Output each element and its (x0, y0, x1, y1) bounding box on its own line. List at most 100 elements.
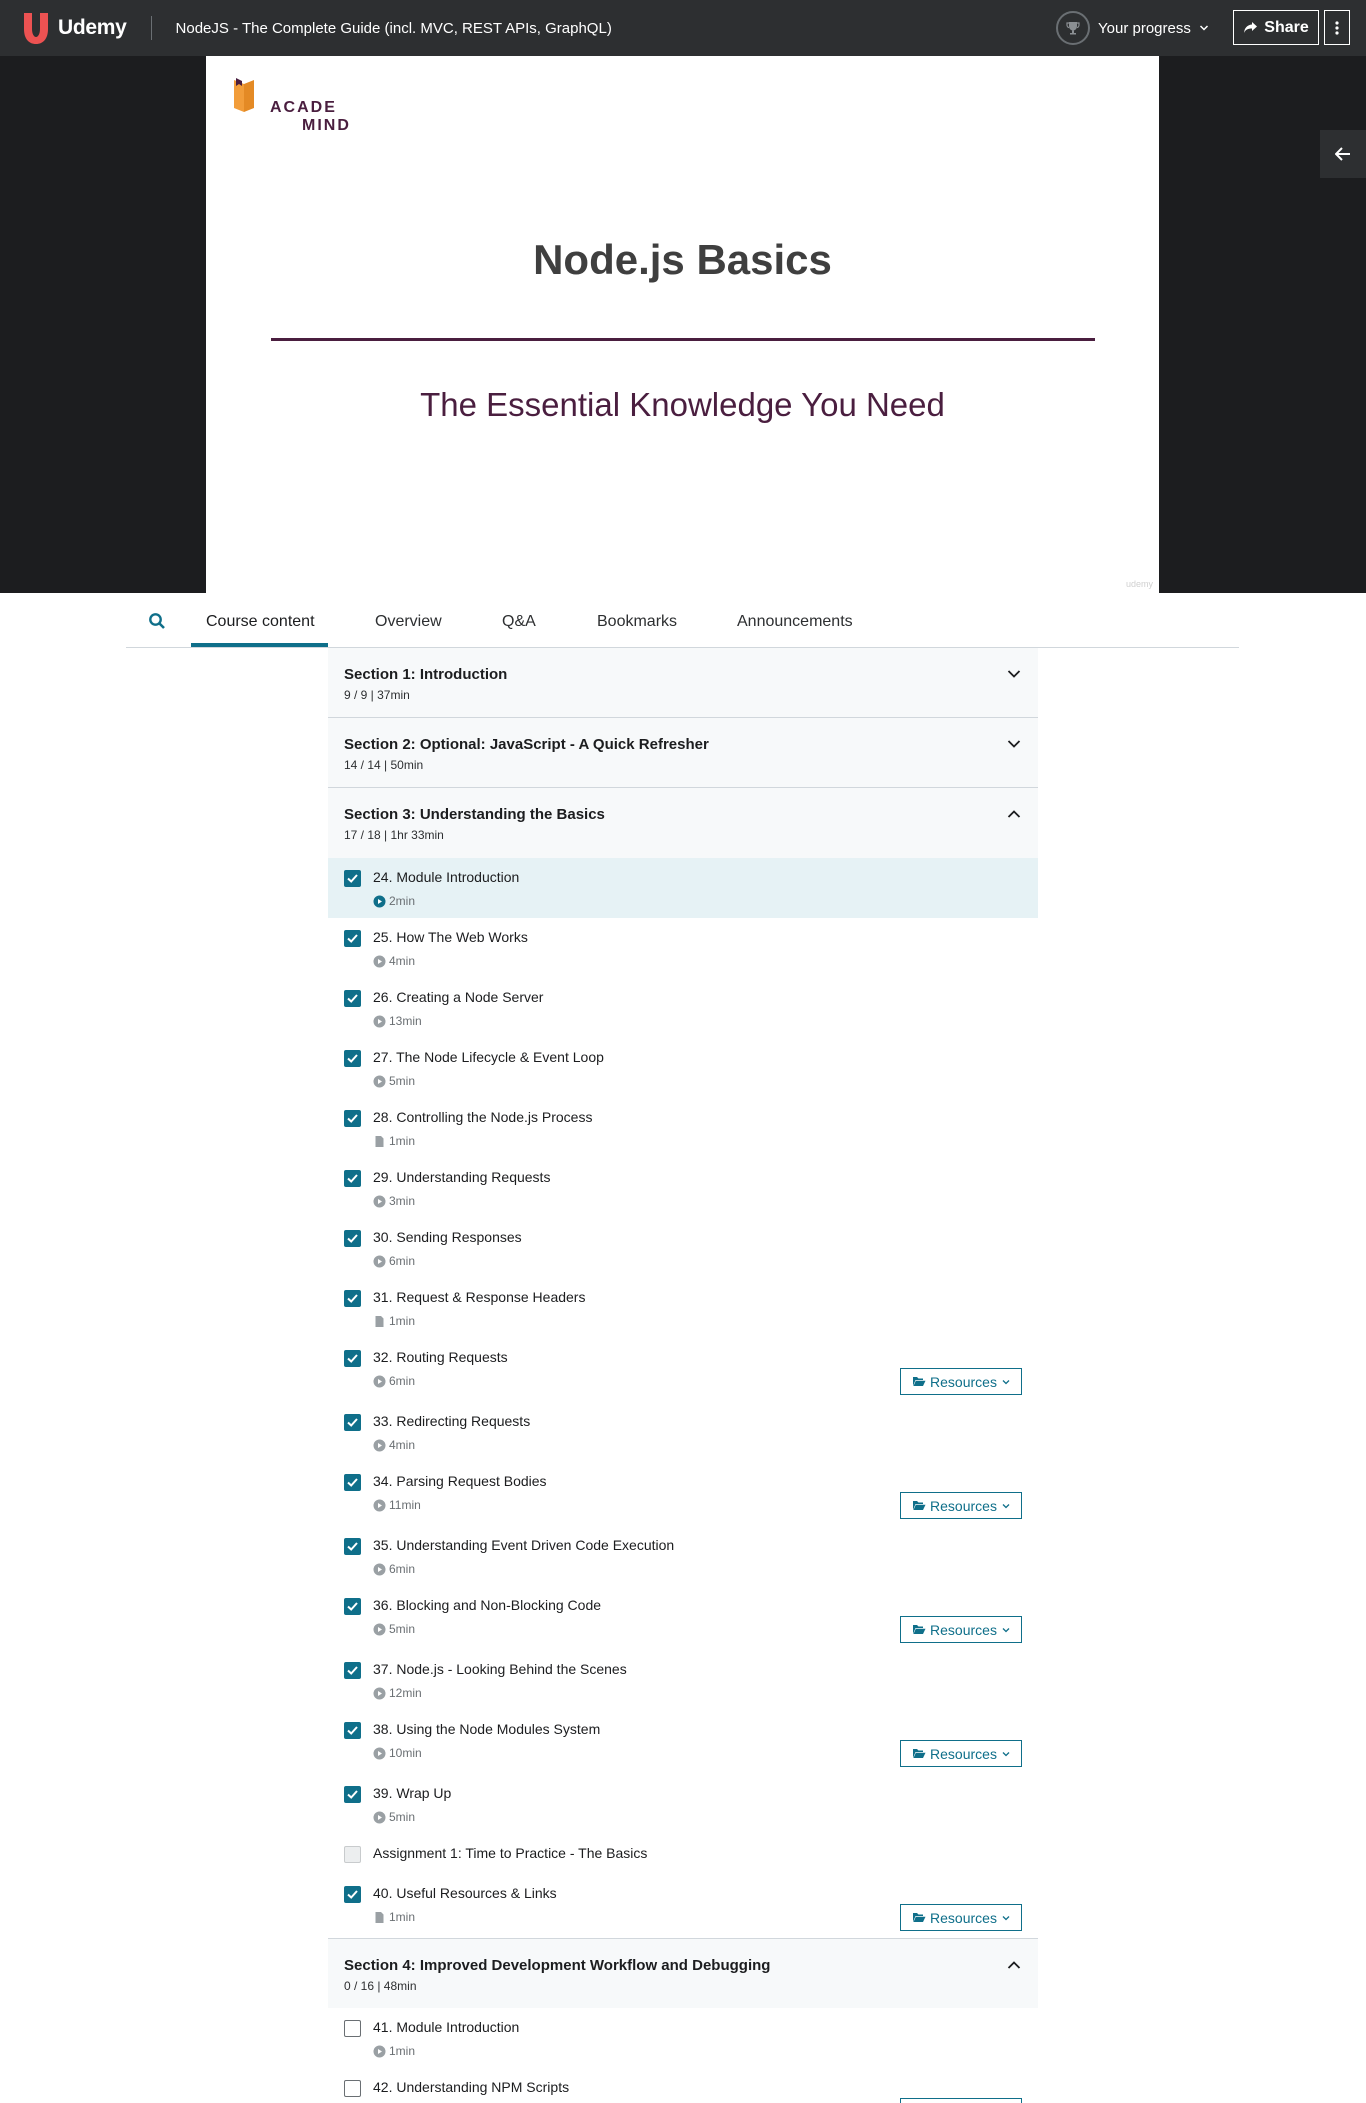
lecture-item[interactable]: 31. Request & Response Headers 1min (328, 1278, 1038, 1338)
lecture-item[interactable]: 32. Routing Requests 6min Resources (328, 1338, 1038, 1402)
tab-announcements[interactable]: Announcements (737, 613, 853, 631)
checkbox-unchecked[interactable] (344, 2020, 361, 2037)
checkbox-unchecked[interactable] (344, 2080, 361, 2097)
tab-overview[interactable]: Overview (375, 613, 442, 631)
section-header[interactable]: Section 1: Introduction 9 / 9 | 37min (328, 648, 1038, 718)
checkbox-checked[interactable] (344, 1474, 361, 1491)
duration-text: 6min (389, 1562, 416, 1576)
lecture-item[interactable]: 26. Creating a Node Server 13min (328, 978, 1038, 1038)
checkbox-checked[interactable] (344, 1290, 361, 1307)
brand-name: Udemy (58, 16, 127, 39)
resources-button[interactable]: Resources (900, 1740, 1022, 1767)
video-player[interactable]: ACADE MIND Node.js Basics The Essential … (0, 56, 1366, 593)
checkmark-icon (347, 1890, 358, 1899)
checkbox-checked[interactable] (344, 1230, 361, 1247)
section-header[interactable]: Section 4: Improved Development Workflow… (328, 1938, 1038, 2008)
checkbox-checked[interactable] (344, 1786, 361, 1803)
udemy-logo[interactable]: Udemy (16, 8, 127, 48)
chevron-down-icon (1002, 1503, 1010, 1508)
resources-button[interactable]: Resources (900, 1492, 1022, 1519)
resources-label: Resources (930, 1497, 997, 1514)
checkbox-checked[interactable] (344, 870, 361, 887)
tab-course-content[interactable]: Course content (206, 613, 315, 631)
udemy-logo-icon (16, 8, 56, 48)
tab-bookmarks[interactable]: Bookmarks (597, 613, 677, 631)
article-icon (375, 1911, 384, 1923)
play-circle-icon (373, 1375, 386, 1387)
tab-qa[interactable]: Q&A (502, 613, 536, 631)
chevron-down-icon (1199, 20, 1209, 37)
resources-label: Resources (930, 1373, 997, 1390)
article-icon (375, 1135, 384, 1147)
checkbox-checked[interactable] (344, 1050, 361, 1067)
lecture-item[interactable]: 39. Wrap Up 5min (328, 1774, 1038, 1834)
slide-title: Node.js Basics (533, 236, 832, 283)
duration-text: 1min (389, 1134, 416, 1148)
checkbox-checked[interactable] (344, 1722, 361, 1739)
resources-label: Resources (930, 1745, 997, 1762)
lecture-item[interactable]: 30. Sending Responses 6min (328, 1218, 1038, 1278)
checkbox-checked[interactable] (344, 1662, 361, 1679)
lecture-item[interactable]: 34. Parsing Request Bodies 11min Resources (328, 1462, 1038, 1526)
checkbox-checked[interactable] (344, 990, 361, 1007)
lecture-duration: 1min (373, 2044, 415, 2058)
progress-button[interactable]: Your progress (1056, 10, 1209, 46)
section-header[interactable]: Section 3: Understanding the Basics 17 /… (328, 788, 1038, 858)
lecture-item[interactable]: 28. Controlling the Node.js Process 1min (328, 1098, 1038, 1158)
resources-button[interactable]: Resources (900, 1368, 1022, 1395)
arrow-left-icon (1335, 147, 1350, 161)
checkbox-checked[interactable] (344, 1110, 361, 1127)
course-title[interactable]: NodeJS - The Complete Guide (incl. MVC, … (176, 20, 612, 37)
lecture-item[interactable]: 27. The Node Lifecycle & Event Loop 5min (328, 1038, 1038, 1098)
lecture-item[interactable]: 25. How The Web Works 4min (328, 918, 1038, 978)
checkbox-checked[interactable] (344, 1170, 361, 1187)
checkbox-checked[interactable] (344, 1538, 361, 1555)
lecture-item[interactable]: 40. Useful Resources & Links 1min Resource… (328, 1874, 1038, 1938)
lecture-title: 39. Wrap Up (373, 1785, 452, 1801)
lecture-title: 32. Routing Requests (373, 1349, 508, 1365)
resources-button[interactable]: Resources (900, 1616, 1022, 1643)
checkbox-checked[interactable] (344, 1350, 361, 1367)
lecture-item[interactable]: 35. Understanding Event Driven Code Exec… (328, 1526, 1038, 1586)
lecture-duration: 5min (373, 1810, 415, 1824)
checkbox-checked[interactable] (344, 1414, 361, 1431)
chevron-down-icon (1002, 1915, 1010, 1920)
duration-text: 5min (389, 1622, 416, 1636)
lecture-item[interactable]: Assignment 1: Time to Practice - The Bas… (328, 1834, 1038, 1874)
lecture-title: 30. Sending Responses (373, 1229, 522, 1245)
chevron-down-icon (1002, 1627, 1010, 1632)
checkbox-checked[interactable] (344, 930, 361, 947)
lecture-item[interactable]: 42. Understanding NPM Scripts Resources (328, 2068, 1038, 2103)
lecture-item[interactable]: 33. Redirecting Requests 4min (328, 1402, 1038, 1462)
checkmark-icon (347, 1354, 358, 1363)
checkbox-checked[interactable] (344, 1598, 361, 1615)
lecture-item[interactable]: 24. Module Introduction 2min (328, 858, 1038, 918)
duration-text: 1min (389, 1314, 416, 1328)
lecture-title: 26. Creating a Node Server (373, 989, 544, 1005)
section-header[interactable]: Section 2: Optional: JavaScript - A Quic… (328, 718, 1038, 788)
checkmark-icon (347, 874, 358, 883)
checkmark-icon (347, 1542, 358, 1551)
search-icon[interactable] (148, 612, 168, 632)
more-options-button[interactable] (1324, 10, 1350, 45)
share-icon (1244, 22, 1258, 33)
checkmark-icon (347, 1054, 358, 1063)
resources-button[interactable]: Resources (900, 1904, 1022, 1931)
checkbox-unchecked[interactable] (344, 1846, 361, 1863)
chevron-down-icon (1002, 1379, 1010, 1384)
lecture-item[interactable]: 36. Blocking and Non-Blocking Code 5min Re… (328, 1586, 1038, 1650)
lecture-item[interactable]: 29. Understanding Requests 3min (328, 1158, 1038, 1218)
share-button[interactable]: Share (1233, 10, 1319, 45)
lecture-slide: ACADE MIND Node.js Basics The Essential … (206, 56, 1159, 593)
resources-button[interactable]: Resources (900, 2098, 1022, 2103)
trophy-icon (1056, 11, 1090, 45)
expand-sidebar-button[interactable] (1320, 130, 1366, 178)
lecture-item[interactable]: 41. Module Introduction 1min (328, 2008, 1038, 2068)
lecture-item[interactable]: 38. Using the Node Modules System 10min Re… (328, 1710, 1038, 1774)
checkbox-checked[interactable] (344, 1886, 361, 1903)
lecture-item[interactable]: 37. Node.js - Looking Behind the Scenes 1… (328, 1650, 1038, 1710)
play-circle-icon (373, 1563, 386, 1575)
play-circle-icon (373, 1255, 386, 1267)
header-divider (150, 16, 152, 40)
section-title: Section 1: Introduction (344, 666, 508, 683)
